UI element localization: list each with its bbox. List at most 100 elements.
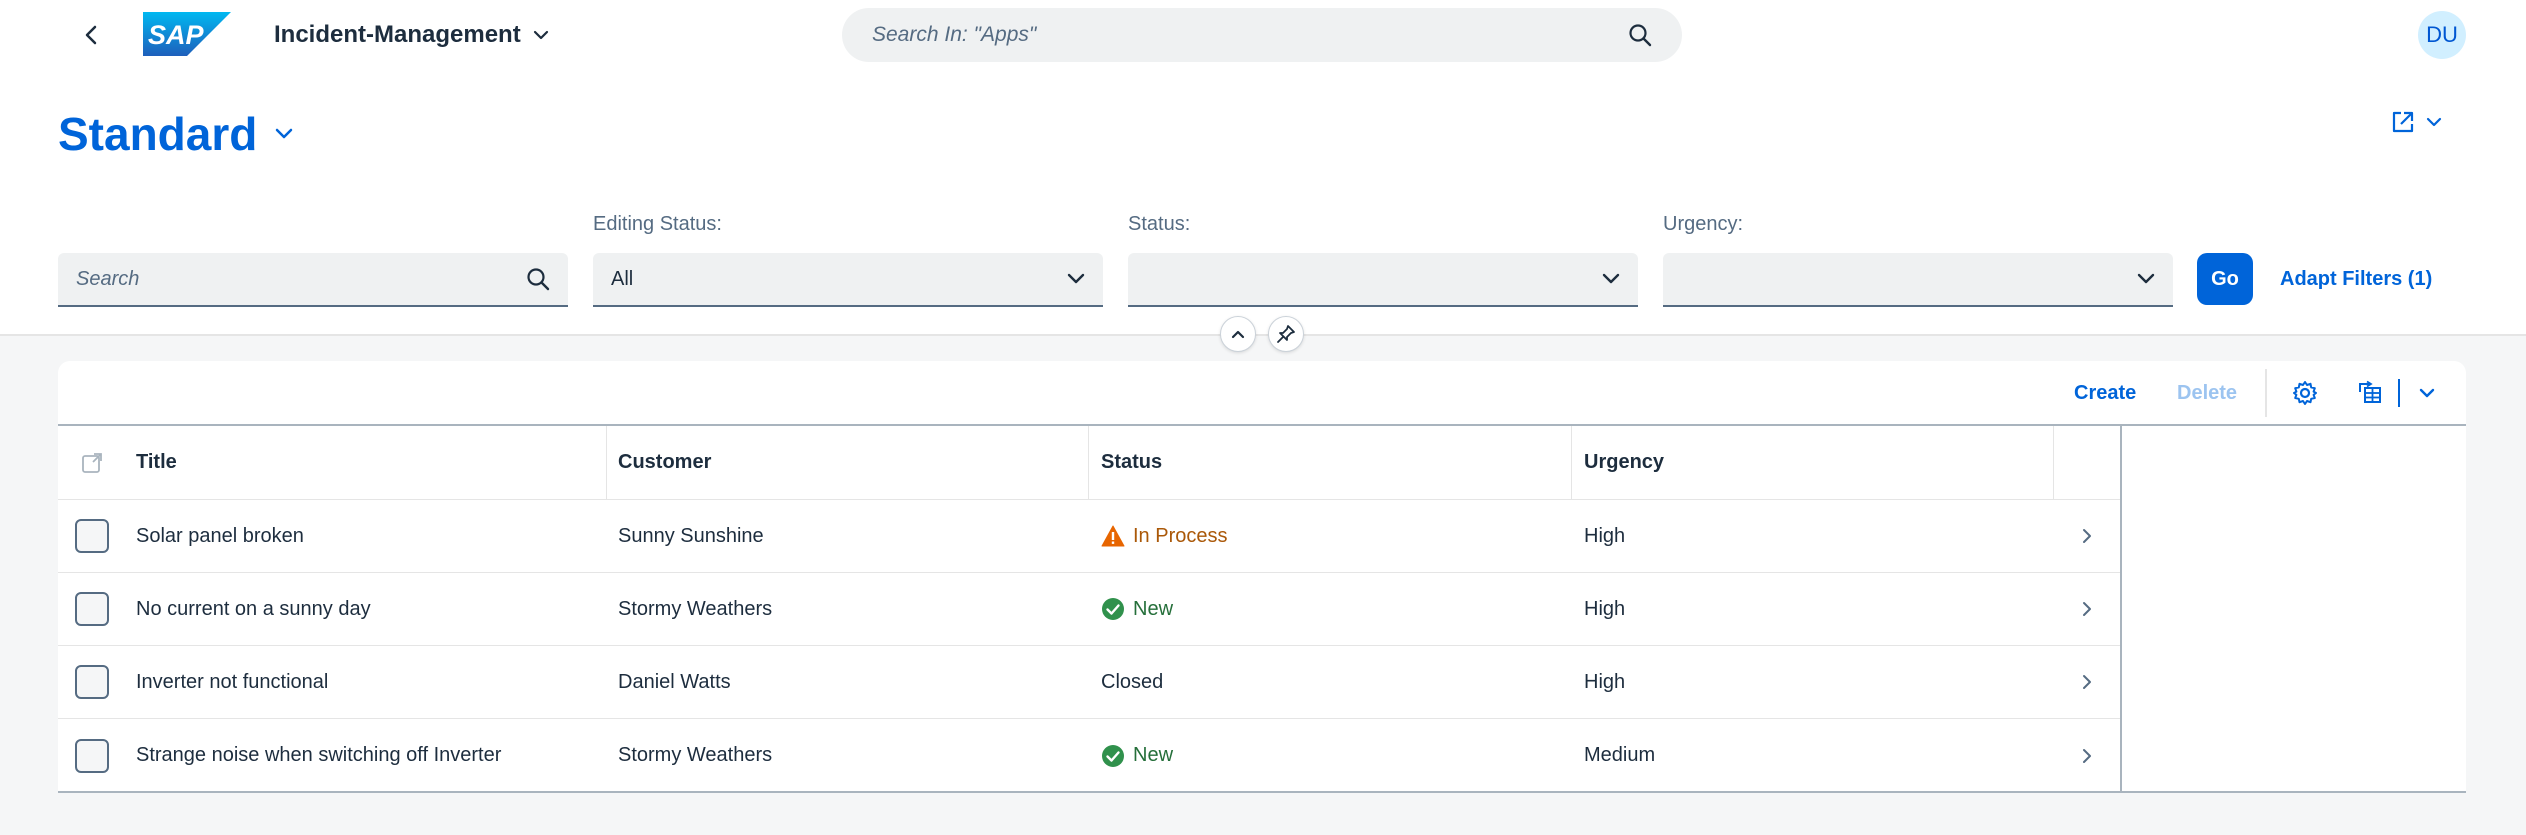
search-icon[interactable] [1628, 23, 1652, 47]
share-icon [2392, 111, 2414, 133]
user-avatar[interactable]: DU [2418, 11, 2466, 59]
row-checkbox[interactable] [75, 738, 109, 773]
filter-search-input[interactable] [76, 267, 526, 291]
column-header-status[interactable]: Status [1101, 426, 1571, 499]
row-title: Strange noise when switching off Inverte… [136, 744, 502, 766]
chevron-down-icon [533, 30, 548, 40]
table-bottom-border [58, 791, 2466, 793]
export-menu-button[interactable] [2407, 375, 2447, 411]
app-title-menu[interactable]: Incident-Management [274, 20, 549, 50]
sap-logo[interactable]: SAP [143, 12, 231, 56]
clear-selection-icon [82, 452, 102, 473]
table-row[interactable]: Inverter not functional Daniel Watts Clo… [58, 646, 2120, 719]
incidents-table-card: Create Delete Title Customer Status Urge… [58, 361, 2466, 793]
export-spreadsheet-icon [2359, 380, 2381, 403]
shell-search-input[interactable] [872, 23, 1628, 47]
row-title: No current on a sunny day [136, 597, 371, 620]
row-checkbox[interactable] [75, 665, 109, 699]
settings-button[interactable] [2285, 375, 2325, 411]
chevron-right-icon [2082, 602, 2091, 616]
status-text: Closed [1101, 670, 1164, 693]
editing-status-value: All [611, 267, 634, 290]
incidents-table: Title Customer Status Urgency Solar pane… [58, 426, 2120, 792]
chevron-down-icon [2426, 117, 2442, 127]
editing-status-select[interactable]: All [593, 253, 1103, 307]
row-customer: Stormy Weathers [618, 597, 773, 620]
table-header-row: Title Customer Status Urgency [58, 426, 2120, 500]
row-customer: Daniel Watts [618, 670, 731, 693]
row-urgency: Medium [1584, 744, 1656, 766]
select-all-cell[interactable] [58, 426, 126, 499]
chevron-right-icon [2082, 529, 2091, 543]
row-navigation[interactable] [2053, 573, 2120, 645]
share-button[interactable] [2390, 104, 2442, 140]
table-row[interactable]: Strange noise when switching off Inverte… [58, 719, 2120, 792]
row-urgency: High [1584, 597, 1626, 620]
editing-status-label: Editing Status: [593, 213, 722, 235]
chevron-left-icon [85, 25, 97, 45]
urgency-select[interactable] [1663, 253, 2173, 307]
row-checkbox[interactable] [75, 592, 109, 626]
status-text: New [1133, 597, 1174, 620]
table-toolbar: Create Delete [58, 361, 2466, 426]
status-label: Status: [1128, 213, 1191, 235]
column-header-urgency[interactable]: Urgency [1584, 426, 2054, 499]
shell-bar: SAP Incident-Management DU [0, 0, 2526, 70]
export-button[interactable] [2350, 375, 2390, 411]
urgency-filter: Urgency: [1663, 213, 2173, 307]
search-filter [58, 213, 568, 307]
chevron-right-icon [2082, 748, 2091, 763]
urgency-label: Urgency: [1663, 213, 1744, 235]
collapse-header-button[interactable] [1220, 316, 1256, 352]
status-text: New [1133, 744, 1174, 766]
status-badge: In Process [1101, 525, 1227, 548]
column-header-title[interactable]: Title [136, 426, 606, 499]
status-badge: New [1101, 744, 1173, 768]
warning-icon [1101, 525, 1125, 547]
chevron-down-icon [2419, 388, 2435, 398]
toolbar-separator [2265, 369, 2267, 417]
chevron-right-icon [2082, 675, 2091, 689]
search-field[interactable] [58, 253, 568, 307]
success-icon [1102, 744, 1124, 767]
filter-header: Standard Editing Status: All Status: Urg… [0, 70, 2526, 336]
split-button-separator [2398, 379, 2400, 407]
variant-title: Standard [58, 108, 258, 160]
row-title: Solar panel broken [136, 524, 304, 547]
row-navigation[interactable] [2053, 500, 2120, 572]
row-navigation[interactable] [2053, 719, 2120, 792]
status-text: In Process [1133, 524, 1228, 547]
row-urgency: High [1584, 670, 1626, 693]
table-right-border [2120, 426, 2122, 793]
status-filter: Status: [1128, 213, 1638, 307]
header-controls [1220, 316, 1304, 352]
success-icon [1102, 598, 1124, 620]
row-customer: Stormy Weathers [618, 744, 773, 766]
create-button[interactable]: Create [2074, 375, 2136, 411]
go-button[interactable]: Go [2197, 253, 2253, 305]
row-urgency: High [1584, 524, 1626, 547]
chevron-down-icon [1067, 273, 1085, 284]
chevron-down-icon [276, 128, 293, 139]
chevron-down-icon [1602, 273, 1620, 284]
sap-logo-text: SAP [148, 20, 205, 50]
row-customer: Sunny Sunshine [618, 524, 764, 547]
table-row[interactable]: Solar panel broken Sunny Sunshine In Pro… [58, 500, 2120, 573]
column-header-customer[interactable]: Customer [618, 426, 1088, 499]
status-badge: Closed [1101, 671, 1163, 694]
editing-status-filter: Editing Status: All [593, 213, 1103, 307]
pin-icon [1277, 325, 1295, 343]
row-title: Inverter not functional [136, 670, 329, 693]
status-badge: New [1101, 597, 1173, 621]
adapt-filters-button[interactable]: Adapt Filters (1) [2280, 253, 2432, 305]
row-navigation[interactable] [2053, 646, 2120, 718]
status-select[interactable] [1128, 253, 1638, 307]
app-title: Incident-Management [274, 21, 521, 48]
row-checkbox[interactable] [75, 519, 109, 553]
pin-header-button[interactable] [1268, 316, 1304, 352]
variant-selector[interactable]: Standard [58, 106, 293, 162]
chevron-up-icon [1231, 330, 1245, 339]
back-button[interactable] [72, 18, 110, 52]
table-row[interactable]: No current on a sunny day Stormy Weather… [58, 573, 2120, 646]
search-icon[interactable] [526, 267, 550, 291]
